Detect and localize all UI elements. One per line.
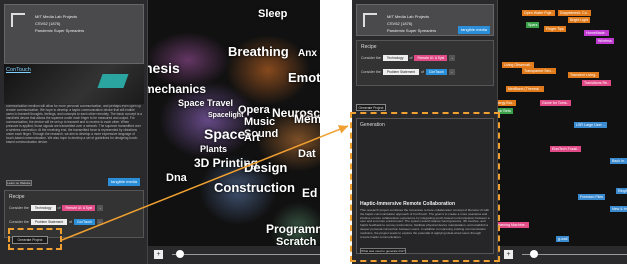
project-line[interactable]: CSV52 (1876) [387,20,436,27]
tangible-media-badge[interactable]: tangible media [458,26,490,34]
project-tag[interactable]: HomeMade.. [584,30,609,36]
project-map-canvas[interactable]: Open Water Poje.. Doppelmesh: Co.. Bright … [492,0,627,264]
recipe-row: Consider the Problem Statement of ConTou… [361,69,455,75]
topic-word[interactable]: Design [244,160,287,175]
project-tag[interactable]: Finger Tips [544,26,566,32]
project-lines: MIT Media Lab Projects CSV52 (1876) Pand… [35,13,84,34]
learn-more-button[interactable]: Learn on Website [6,180,32,186]
project-tag[interactable]: Transient Living.. [568,72,600,78]
timeline-knob[interactable] [530,250,538,258]
project-pill[interactable]: Remote UI: A Syst [62,205,96,211]
recipe-row: Consider the Problem Statement of ConTou… [9,219,103,225]
topic-word[interactable]: Construction [214,180,295,195]
generate-project-button[interactable]: Generate Project [356,104,386,111]
device-image [97,74,129,88]
chevron-icon[interactable]: ‹ [448,69,455,75]
topic-word[interactable]: Emotio [288,70,320,85]
project-card-body: communication medium will allow for more… [6,104,142,144]
project-tag[interactable]: New & Im.. [610,206,627,212]
chevron-icon[interactable]: ‹ [449,55,456,61]
recipe-row: Consider the Technology of Remote UI: A … [9,205,104,211]
left-screenshot: hesis Sleep Breathing Anx mechanics Opera Emot… [0,0,320,264]
timeline-track[interactable] [172,254,320,255]
of-label: of [69,220,73,224]
topic-word[interactable]: Sleep [258,8,287,20]
topic-word[interactable]: Ed [302,186,317,200]
consider-label: Consider the [361,70,381,74]
project-tag[interactable]: g-wall [556,236,570,242]
topic-word[interactable]: Memor [294,112,320,126]
project-tag[interactable]: ElasTech Fossil.. [550,146,581,152]
topic-word[interactable]: hesis [144,60,180,76]
chevron-icon[interactable]: ‹ [97,205,104,211]
topic-word[interactable]: Programm [266,222,320,236]
project-line[interactable]: Pandemic Super Spreaders [35,27,84,34]
aspect-select[interactable]: Problem Statement [382,69,420,75]
timeline-bar: + [148,246,320,264]
aspect-select[interactable]: Technology [30,205,56,211]
consider-label: Consider the [361,56,381,60]
zoom-plus-button[interactable]: + [504,250,513,259]
of-label: of [421,70,425,74]
timeline-bar: + [498,246,627,264]
logo-icon [11,13,25,27]
of-label: of [57,206,61,210]
consider-label: Consider the [9,206,29,210]
project-tag[interactable]: LSR Large User .. [574,122,607,128]
project-pill[interactable]: Remote UI: A Syst [414,55,448,61]
zoom-plus-button[interactable]: + [154,250,163,259]
project-pill[interactable]: ConTouch [426,69,447,75]
aspect-select[interactable]: Technology [382,55,408,61]
recipe-title: Recipe [9,194,25,200]
project-tag[interactable]: Doppelmesh: Co.. [558,10,591,16]
project-lines: MIT Media Lab Projects CSV52 (1876) Pand… [387,13,436,34]
topic-word[interactable]: Dna [166,172,187,184]
project-tag[interactable]: Bright Light [568,17,591,23]
topic-word[interactable]: Space [204,126,245,142]
project-tag[interactable]: MedBand (Thermal .. [506,86,544,92]
topic-word[interactable]: Dat [298,148,316,160]
left-sidebar: MIT Media Lab Projects CSV52 (1876) Pand… [0,0,148,264]
recipe-panel: Recipe Consider the Technology of Remote… [356,40,494,86]
project-tag[interactable]: Transitions Re.. [582,80,612,86]
project-line[interactable]: CSV52 (1876) [35,20,84,27]
project-pill[interactable]: ConTouch [74,219,95,225]
topic-word[interactable]: Space Travel [178,98,233,108]
project-tag[interactable]: Spars [526,22,540,28]
project-card-title[interactable]: ConTouch [6,67,31,73]
project-tag[interactable]: Freedom Files [578,194,605,200]
project-tag[interactable]: Open Water Poje.. [522,10,556,16]
recipe-title: Recipe [361,44,377,50]
recipe-row: Consider the Technology of Remote UI: A … [361,55,456,61]
project-line[interactable]: MIT Media Lab Projects [35,13,84,20]
chevron-icon[interactable]: ‹ [96,219,103,225]
project-tag[interactable]: Transparent Sen... [522,68,556,74]
logo-icon [363,13,377,27]
topic-word[interactable]: Breathing [228,44,289,59]
consider-label: Consider the [9,220,29,224]
topic-word[interactable]: Anx [298,48,317,59]
topic-word[interactable]: Plants [200,144,227,154]
project-tag[interactable]: Game for Toms.. [540,100,571,106]
topic-cloud-canvas[interactable]: hesis Sleep Breathing Anx mechanics Opera Emot… [144,0,320,264]
project-line[interactable]: MIT Media Lab Projects [387,13,436,20]
tangible-media-badge[interactable]: tangible media [108,178,140,186]
highlight-generate-left [8,228,62,250]
project-line[interactable]: Pandemic Super Spreaders [387,27,436,34]
topic-word[interactable]: Music [244,116,275,128]
timeline-knob[interactable] [176,250,184,258]
topic-word[interactable]: Spacelight [208,112,243,119]
topic-word[interactable]: Art [244,132,260,144]
of-label: of [409,56,413,60]
project-tag[interactable]: Wireless [596,38,614,44]
topic-word[interactable]: mechanics [144,82,206,96]
project-header: MIT Media Lab Projects CSV52 (1876) Pand… [4,4,144,64]
project-tag[interactable]: Ring/Ring.. [616,188,627,194]
aspect-select[interactable]: Problem Statement [30,219,68,225]
project-tag[interactable]: Back In.. [610,158,627,164]
highlight-generation-right [350,112,500,262]
